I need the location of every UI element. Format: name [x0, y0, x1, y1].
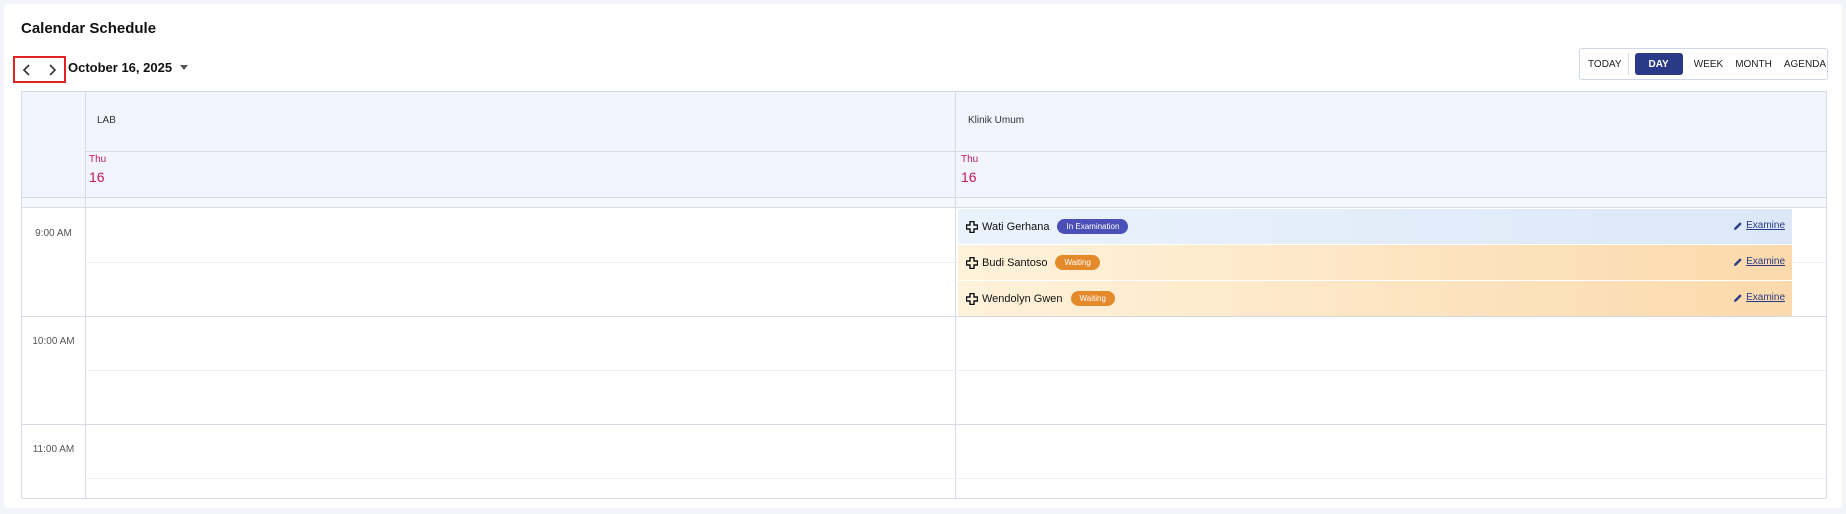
- chevron-left-icon: [23, 63, 30, 76]
- status-badge: Waiting: [1070, 291, 1115, 306]
- day-header-klinik-umum[interactable]: Thu 16: [961, 154, 978, 185]
- next-button[interactable]: [43, 60, 61, 80]
- pencil-icon: [1734, 293, 1742, 302]
- schedule-grid: LAB Klinik Umum Thu 16 Thu 16 9:00 AM 10…: [21, 91, 1827, 499]
- week-view-button[interactable]: WEEK: [1689, 53, 1728, 75]
- month-view-button[interactable]: MONTH: [1730, 53, 1777, 75]
- all-day-row[interactable]: [22, 198, 1826, 208]
- grid-header: LAB Klinik Umum Thu 16 Thu 16: [22, 92, 1826, 198]
- medical-cross-icon: [966, 220, 978, 233]
- examine-label: Examine: [1746, 256, 1785, 267]
- patient-name: Wati Gerhana: [982, 220, 1050, 233]
- half-hour-line: [85, 478, 1826, 479]
- status-badge: In Examination: [1057, 219, 1129, 234]
- half-hour-line: [85, 370, 1826, 371]
- chevron-right-icon: [49, 63, 56, 76]
- day-view-button[interactable]: DAY: [1634, 53, 1683, 75]
- examine-label: Examine: [1746, 220, 1785, 231]
- patient-name: Budi Santoso: [982, 256, 1048, 269]
- examine-link[interactable]: Examine: [1733, 220, 1785, 231]
- examine-link[interactable]: Examine: [1733, 292, 1785, 303]
- appointment-event[interactable]: Wati Gerhana In Examination Examine: [958, 209, 1792, 244]
- time-label: 11:00 AM: [32, 444, 75, 455]
- examine-label: Examine: [1746, 292, 1785, 303]
- view-switcher: TODAY DAY WEEK MONTH AGENDA: [1579, 48, 1828, 80]
- agenda-view-button[interactable]: AGENDA: [1779, 53, 1831, 75]
- hour-line: [22, 424, 1826, 425]
- date-navigation: [13, 56, 66, 83]
- patient-name: Wendolyn Gwen: [982, 292, 1063, 305]
- page-title: Calendar Schedule: [21, 20, 157, 37]
- calendar-card: Calendar Schedule October 16, 2025 TODAY…: [4, 4, 1842, 508]
- status-badge: Waiting: [1055, 255, 1100, 270]
- resource-header-klinik-umum: Klinik Umum: [956, 92, 1826, 152]
- prev-button[interactable]: [18, 60, 36, 80]
- examine-link[interactable]: Examine: [1733, 256, 1785, 267]
- resource-divider: [955, 92, 956, 498]
- current-date: October 16, 2025: [68, 60, 173, 75]
- medical-cross-icon: [966, 256, 978, 269]
- pencil-icon: [1734, 221, 1742, 230]
- day-name: Thu: [89, 154, 107, 165]
- medical-cross-icon: [966, 292, 978, 305]
- time-label: 10:00 AM: [32, 336, 75, 347]
- day-header-lab[interactable]: Thu 16: [89, 154, 106, 185]
- caret-down-icon: [180, 65, 189, 70]
- time-label: 9:00 AM: [35, 228, 72, 239]
- gutter-divider: [85, 92, 86, 498]
- day-name: Thu: [961, 154, 979, 165]
- day-number: 16: [89, 169, 105, 185]
- date-picker-dropdown[interactable]: October 16, 2025: [68, 60, 189, 75]
- day-number: 16: [961, 169, 977, 185]
- pencil-icon: [1734, 257, 1742, 266]
- hour-line: [22, 316, 1826, 317]
- resource-header-lab: LAB: [85, 92, 955, 152]
- today-button[interactable]: TODAY: [1583, 53, 1629, 75]
- appointment-event[interactable]: Wendolyn Gwen Waiting Examine: [958, 281, 1792, 316]
- appointment-event[interactable]: Budi Santoso Waiting Examine: [958, 245, 1792, 280]
